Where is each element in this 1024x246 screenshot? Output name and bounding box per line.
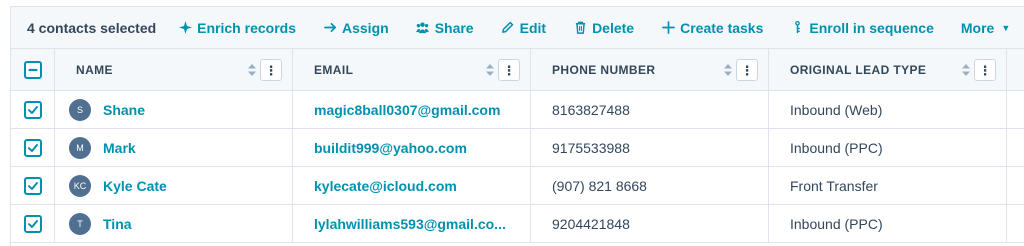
indeterminate-icon [27,68,38,71]
column-header-overflow [1007,49,1024,90]
table-header: NAME ⋮ EMAIL ⋮ PHONE NUMBER ⋮ ORIGINAL L… [11,49,1024,91]
enrich-records-button[interactable]: Enrich records [178,20,296,36]
phone-number: (907) 821 8668 [552,177,647,194]
selected-count: 4 contacts selected [27,19,157,36]
checkmark-icon [27,219,38,228]
caret-down-icon: ▼ [1001,22,1011,33]
email-link[interactable]: magic8ball0307@gmail.com [314,102,500,118]
column-header-name[interactable]: NAME ⋮ [55,49,293,90]
column-header-lead-type[interactable]: ORIGINAL LEAD TYPE ⋮ [769,49,1007,90]
sparkle-icon [178,21,192,35]
vertical-dots-icon: ⋮ [740,62,754,78]
column-menu-button[interactable]: ⋮ [736,59,758,81]
share-button[interactable]: Share [416,20,474,36]
contact-name-link[interactable]: Tina [103,216,132,232]
table-row[interactable]: T Tina lylahwilliams593@gmail.co... 9204… [11,205,1024,243]
sequence-icon [790,21,804,35]
pencil-icon [501,21,515,35]
table-row[interactable]: S Shane magic8ball0307@gmail.com 8163827… [11,91,1024,129]
sort-icon[interactable] [962,64,970,76]
vertical-dots-icon: ⋮ [502,62,516,78]
column-menu-button[interactable]: ⋮ [260,59,282,81]
column-menu-button[interactable]: ⋮ [974,59,996,81]
contacts-table: 4 contacts selected Enrich records Assig… [10,6,1024,246]
phone-number: 8163827488 [552,101,630,118]
select-all-cell [11,49,55,90]
email-link[interactable]: kylecate@icloud.com [314,178,457,194]
bulk-actions-bar: 4 contacts selected Enrich records Assig… [11,7,1024,49]
edit-button[interactable]: Edit [501,20,546,36]
lead-type: Front Transfer [790,177,878,194]
checkmark-icon [27,105,38,114]
avatar: KC [69,174,91,197]
vertical-dots-icon: ⋮ [264,62,278,78]
plus-icon [661,21,675,35]
avatar: S [69,98,91,121]
trash-icon [573,21,587,35]
arrow-right-icon [323,21,337,35]
enroll-in-sequence-button[interactable]: Enroll in sequence [790,20,934,36]
avatar: M [69,136,91,159]
column-menu-button[interactable]: ⋮ [498,59,520,81]
row-checkbox[interactable] [23,214,42,233]
sort-icon[interactable] [724,64,732,76]
column-header-email[interactable]: EMAIL ⋮ [293,49,531,90]
assign-button[interactable]: Assign [323,20,389,36]
row-checkbox[interactable] [23,138,42,157]
lead-type: Inbound (Web) [790,101,883,118]
phone-number: 9204421848 [552,215,630,232]
sort-icon[interactable] [486,64,494,76]
email-link[interactable]: lylahwilliams593@gmail.co... [314,216,506,232]
avatar: T [69,212,91,235]
contact-name-link[interactable]: Kyle Cate [103,178,167,194]
row-checkbox[interactable] [23,100,42,119]
vertical-dots-icon: ⋮ [978,62,992,78]
checkmark-icon [27,143,38,152]
delete-button[interactable]: Delete [573,20,634,36]
phone-number: 9175533988 [552,139,630,156]
users-icon [416,21,430,35]
select-all-checkbox[interactable] [23,60,42,79]
email-link[interactable]: buildit999@yahoo.com [314,140,467,156]
row-checkbox[interactable] [23,176,42,195]
table-row[interactable]: KC Kyle Cate kylecate@icloud.com (907) 8… [11,167,1024,205]
contact-name-link[interactable]: Shane [103,102,145,118]
contact-name-link[interactable]: Mark [103,140,136,156]
column-header-phone[interactable]: PHONE NUMBER ⋮ [531,49,769,90]
lead-type: Inbound (PPC) [790,215,883,232]
table-row[interactable]: M Mark buildit999@yahoo.com 9175533988 I… [11,129,1024,167]
create-tasks-button[interactable]: Create tasks [661,20,763,36]
lead-type: Inbound (PPC) [790,139,883,156]
checkmark-icon [27,181,38,190]
sort-icon[interactable] [248,64,256,76]
more-dropdown[interactable]: More ▼ [961,20,1010,36]
